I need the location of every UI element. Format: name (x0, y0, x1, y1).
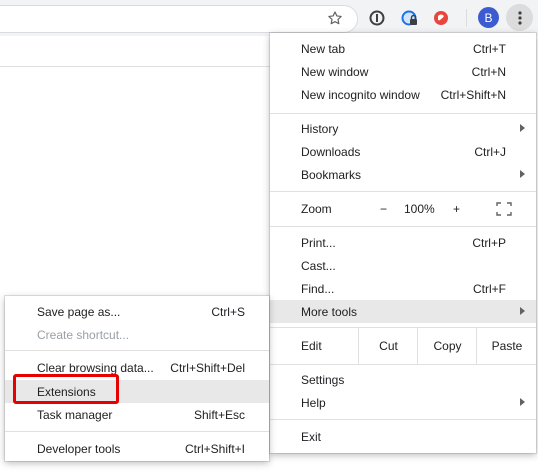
menu-label: Downloads (301, 144, 361, 159)
menu-label: Cast... (301, 258, 336, 273)
submenu-arrow-icon (520, 307, 525, 315)
menu-item-exit[interactable]: Exit (270, 425, 536, 448)
zoom-out-button[interactable]: − (380, 202, 387, 216)
menu-shortcut: Ctrl+Shift+I (184, 441, 245, 456)
copy-button[interactable]: Copy (417, 328, 477, 364)
copy-label: Copy (433, 339, 462, 353)
cut-label: Cut (379, 339, 398, 353)
highlight-annotation-box (13, 374, 119, 404)
menu-item-bookmarks[interactable]: Bookmarks (270, 163, 536, 186)
menu-separator (270, 191, 536, 192)
menu-item-cast[interactable]: Cast... (270, 254, 536, 277)
menu-shortcut: Shift+Esc (193, 407, 245, 422)
menu-item-print[interactable]: Print... Ctrl+P (270, 231, 536, 254)
paste-label: Paste (491, 339, 523, 353)
address-bar[interactable] (0, 5, 358, 33)
menu-shortcut: Ctrl+T (473, 41, 506, 56)
menu-shortcut: Ctrl+J (474, 144, 506, 159)
menu-item-find[interactable]: Find... Ctrl+F (270, 277, 536, 300)
menu-label: Create shortcut... (37, 327, 130, 342)
menu-dots-icon[interactable] (506, 4, 533, 31)
menu-label: Help (301, 395, 326, 410)
browser-toolbar: B (0, 0, 538, 36)
submenu-item-task-manager[interactable]: Task manager Shift+Esc (5, 403, 269, 426)
menu-label: Developer tools (37, 441, 121, 456)
menu-separator (270, 364, 536, 365)
edit-label: Edit (301, 339, 322, 353)
red-extension-icon[interactable] (432, 9, 450, 27)
menu-separator (5, 350, 269, 351)
submenu-item-developer-tools[interactable]: Developer tools Ctrl+Shift+I (5, 437, 269, 460)
menu-shortcut: Ctrl+F (473, 281, 506, 296)
menu-shortcut: Ctrl+S (211, 304, 245, 319)
menu-item-new-window[interactable]: New window Ctrl+N (270, 60, 536, 83)
menu-label: Settings (301, 372, 345, 387)
star-icon[interactable] (326, 9, 344, 27)
menu-label: Clear browsing data... (37, 360, 154, 375)
menu-label: Print... (301, 235, 336, 250)
menu-shortcut: Ctrl+Shift+Del (170, 360, 245, 375)
menu-item-downloads[interactable]: Downloads Ctrl+J (270, 140, 536, 163)
menu-label: History (301, 121, 339, 136)
menu-item-history[interactable]: History (270, 117, 536, 140)
menu-label: Save page as... (37, 304, 121, 319)
menu-item-new-incognito[interactable]: New incognito window Ctrl+Shift+N (270, 83, 536, 106)
profile-initial: B (484, 10, 493, 25)
menu-item-more-tools[interactable]: More tools (270, 300, 536, 323)
menu-label: New incognito window (301, 87, 420, 102)
menu-shortcut: Ctrl+Shift+N (440, 87, 506, 102)
zoom-level: 100% (404, 202, 435, 216)
menu-item-settings[interactable]: Settings (270, 368, 536, 391)
onepassword-icon[interactable] (368, 9, 386, 27)
menu-label: Find... (301, 281, 335, 296)
menu-shortcut: Ctrl+N (471, 64, 506, 79)
page-divider (0, 66, 270, 67)
submenu-arrow-icon (520, 124, 525, 132)
submenu-item-save-page[interactable]: Save page as... Ctrl+S (5, 300, 269, 323)
menu-label: New window (301, 64, 369, 79)
menu-shortcut: Ctrl+P (472, 235, 506, 250)
chrome-main-menu: New tab Ctrl+T New window Ctrl+N New inc… (270, 33, 536, 453)
menu-label: Bookmarks (301, 167, 362, 182)
menu-label: Task manager (37, 407, 113, 422)
cut-button[interactable]: Cut (358, 328, 418, 364)
menu-label: Exit (301, 429, 322, 444)
menu-label: More tools (301, 304, 358, 319)
menu-separator (270, 419, 536, 420)
menu-separator (270, 226, 536, 227)
password-lock-icon[interactable] (400, 9, 420, 29)
toolbar-divider (466, 9, 467, 27)
menu-item-help[interactable]: Help (270, 391, 536, 414)
menu-separator (5, 431, 269, 432)
submenu-item-create-shortcut: Create shortcut... (5, 323, 269, 346)
submenu-arrow-icon (520, 170, 525, 178)
zoom-in-button[interactable]: + (453, 202, 460, 216)
edit-row: Edit Cut Copy Paste (270, 328, 536, 364)
fullscreen-icon[interactable] (496, 202, 512, 216)
submenu-arrow-icon (520, 398, 525, 406)
zoom-row: Zoom − 100% + (270, 197, 536, 221)
menu-item-new-tab[interactable]: New tab Ctrl+T (270, 37, 536, 60)
zoom-label: Zoom (301, 202, 332, 216)
menu-label: New tab (301, 41, 346, 56)
paste-button[interactable]: Paste (476, 328, 537, 364)
menu-separator (270, 113, 536, 114)
profile-avatar[interactable]: B (478, 7, 499, 28)
